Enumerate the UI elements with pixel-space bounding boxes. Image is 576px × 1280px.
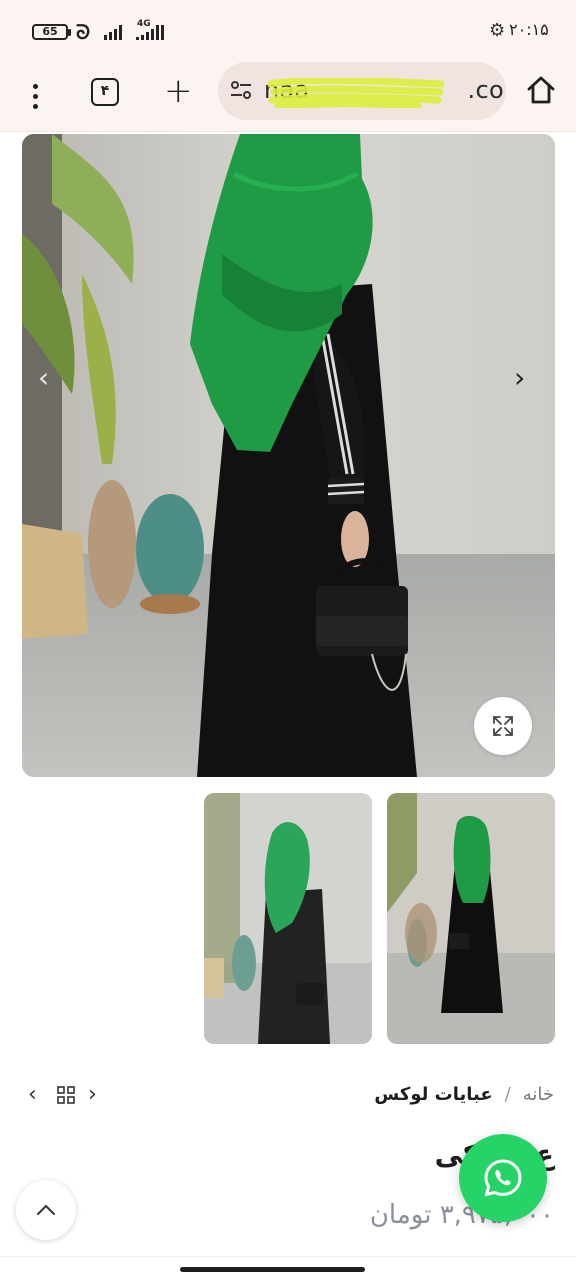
breadcrumb-separator: / [504, 1084, 511, 1105]
chevron-right-icon[interactable]: › [88, 1082, 97, 1108]
gesture-handle[interactable] [180, 1267, 365, 1272]
url-end: .com [467, 76, 506, 104]
status-bar: 65 ᘐ 4G ⚙ ۲۰:۱۵ [0, 0, 576, 60]
more-vert-icon[interactable] [25, 78, 45, 114]
breadcrumb-category[interactable]: عبایات لوکس [374, 1082, 492, 1108]
signal-icon [104, 24, 122, 40]
browser-toolbar: ۴ + naa.com [0, 60, 576, 132]
gesture-navigation-bar [0, 1256, 576, 1280]
chevron-up-icon [37, 1204, 55, 1215]
address-bar[interactable]: naa.com [218, 62, 506, 120]
chevron-right-icon[interactable]: › [514, 362, 525, 394]
battery-indicator: 65 [32, 24, 71, 40]
tune-icon[interactable] [230, 79, 252, 101]
product-thumbnail[interactable] [204, 793, 372, 1044]
whatsapp-icon [484, 1159, 522, 1197]
thumbnail-image [387, 793, 555, 1044]
url-redaction-scribble [268, 78, 444, 108]
gear-icon: ⚙ [489, 20, 506, 41]
grid-icon[interactable] [57, 1086, 75, 1104]
zoom-button[interactable] [474, 697, 532, 755]
breadcrumb: خانه / عبایات لوکس [374, 1082, 554, 1108]
tabs-button[interactable]: ۴ [91, 78, 119, 106]
thumbnail-image [204, 793, 372, 1044]
sync-icon: ᘐ [76, 20, 91, 44]
product-photo [22, 134, 555, 777]
product-thumbnail[interactable] [387, 793, 555, 1044]
plus-icon[interactable]: + [164, 71, 193, 111]
scroll-to-top-button[interactable] [16, 1180, 76, 1240]
signal-icon [136, 24, 164, 40]
status-clock: ۲۰:۱۵ [509, 20, 549, 39]
chevron-left-icon[interactable]: ‹ [28, 1082, 37, 1108]
chevron-left-icon[interactable]: ‹ [38, 362, 49, 394]
home-icon[interactable] [525, 74, 557, 106]
product-main-image[interactable] [22, 134, 555, 777]
breadcrumb-home[interactable]: خانه [523, 1082, 554, 1108]
whatsapp-button[interactable] [459, 1134, 547, 1222]
expand-icon [493, 716, 513, 736]
